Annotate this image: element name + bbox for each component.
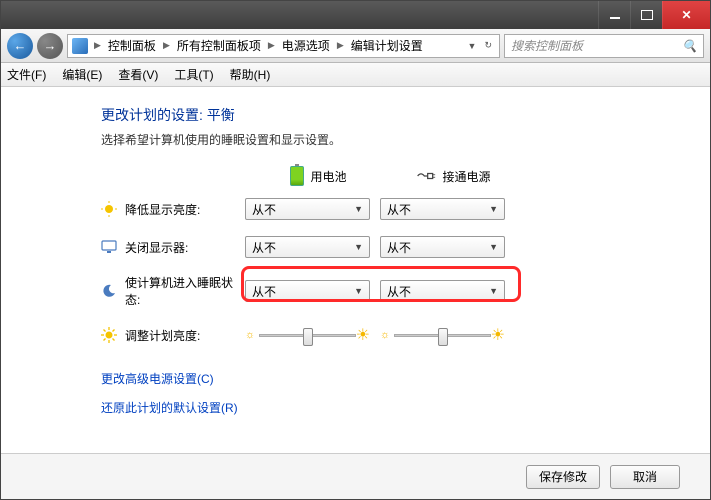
crumb-all-items[interactable]: 所有控制面板项 bbox=[174, 36, 264, 55]
chevron-right-icon: ▶ bbox=[161, 40, 172, 51]
search-input[interactable]: 搜索控制面板 🔍 bbox=[504, 34, 704, 58]
titlebar bbox=[1, 1, 710, 29]
col-plugged: 接通电源 bbox=[386, 168, 521, 185]
advanced-settings-link[interactable]: 更改高级电源设置(C) bbox=[101, 370, 670, 387]
address-bar[interactable]: ▶ 控制面板 ▶ 所有控制面板项 ▶ 电源选项 ▶ 编辑计划设置 ▼ ↻ bbox=[67, 34, 500, 58]
menu-edit[interactable]: 编辑(E) bbox=[62, 66, 102, 83]
crumb-control-panel[interactable]: 控制面板 bbox=[105, 36, 159, 55]
row-dim: 降低显示亮度: 从不▼ 从不▼ bbox=[101, 198, 670, 220]
brightness-label: 调整计划亮度: bbox=[125, 327, 200, 344]
footer: 保存修改 取消 bbox=[1, 453, 710, 499]
navbar: ← → ▶ 控制面板 ▶ 所有控制面板项 ▶ 电源选项 ▶ 编辑计划设置 ▼ ↻… bbox=[1, 29, 710, 63]
plug-icon bbox=[416, 170, 436, 182]
control-panel-icon bbox=[72, 38, 88, 54]
sleep-icon bbox=[101, 283, 117, 299]
refresh-icon[interactable]: ↻ bbox=[481, 40, 495, 51]
row-off: 关闭显示器: 从不▼ 从不▼ bbox=[101, 236, 670, 258]
chevron-right-icon: ▶ bbox=[92, 40, 103, 51]
search-icon: 🔍 bbox=[682, 39, 697, 53]
sun-small-icon: ☼ bbox=[380, 329, 390, 341]
chevron-down-icon: ▼ bbox=[489, 204, 498, 214]
monitor-icon bbox=[101, 239, 117, 255]
sleep-plugged-dropdown[interactable]: 从不▼ bbox=[380, 280, 505, 302]
sleep-battery-dropdown[interactable]: 从不▼ bbox=[245, 280, 370, 302]
content-area: 更改计划的设置: 平衡 选择希望计算机使用的睡眠设置和显示设置。 用电池 接通电… bbox=[1, 87, 710, 453]
cancel-button[interactable]: 取消 bbox=[610, 465, 680, 489]
off-battery-dropdown[interactable]: 从不▼ bbox=[245, 236, 370, 258]
search-placeholder: 搜索控制面板 bbox=[511, 37, 583, 54]
dim-battery-dropdown[interactable]: 从不▼ bbox=[245, 198, 370, 220]
chevron-right-icon: ▶ bbox=[335, 40, 346, 51]
sun-small-icon: ☼ bbox=[245, 329, 255, 341]
col-battery-label: 用电池 bbox=[310, 168, 346, 185]
off-label: 关闭显示器: bbox=[125, 239, 188, 256]
row-sleep: 使计算机进入睡眠状态: 从不▼ 从不▼ bbox=[101, 274, 670, 308]
battery-icon bbox=[290, 166, 304, 186]
slider-thumb[interactable] bbox=[303, 328, 313, 346]
sleep-label: 使计算机进入睡眠状态: bbox=[125, 274, 245, 308]
forward-button[interactable]: → bbox=[37, 33, 63, 59]
crumb-edit-plan[interactable]: 编辑计划设置 bbox=[348, 36, 426, 55]
sun-large-icon: ☀ bbox=[491, 325, 505, 345]
brightness-icon bbox=[101, 327, 117, 343]
menu-file[interactable]: 文件(F) bbox=[7, 66, 46, 83]
address-dropdown-icon[interactable]: ▼ bbox=[465, 41, 480, 51]
page-title: 更改计划的设置: 平衡 bbox=[101, 105, 670, 125]
page-subtitle: 选择希望计算机使用的睡眠设置和显示设置。 bbox=[101, 131, 670, 148]
dim-plugged-dropdown[interactable]: 从不▼ bbox=[380, 198, 505, 220]
menu-view[interactable]: 查看(V) bbox=[118, 66, 158, 83]
save-button[interactable]: 保存修改 bbox=[526, 465, 600, 489]
links-section: 更改高级电源设置(C) 还原此计划的默认设置(R) bbox=[101, 370, 670, 416]
maximize-button[interactable] bbox=[630, 1, 662, 29]
chevron-down-icon: ▼ bbox=[489, 242, 498, 252]
menubar: 文件(F) 编辑(E) 查看(V) 工具(T) 帮助(H) bbox=[1, 63, 710, 87]
slider-thumb[interactable] bbox=[438, 328, 448, 346]
crumb-power-options[interactable]: 电源选项 bbox=[279, 36, 333, 55]
back-button[interactable]: ← bbox=[7, 33, 33, 59]
power-options-window: ← → ▶ 控制面板 ▶ 所有控制面板项 ▶ 电源选项 ▶ 编辑计划设置 ▼ ↻… bbox=[0, 0, 711, 500]
off-plugged-dropdown[interactable]: 从不▼ bbox=[380, 236, 505, 258]
chevron-down-icon: ▼ bbox=[354, 204, 363, 214]
chevron-down-icon: ▼ bbox=[354, 242, 363, 252]
menu-help[interactable]: 帮助(H) bbox=[230, 66, 271, 83]
brightness-battery-slider[interactable]: ☼ ☀ bbox=[245, 324, 370, 346]
column-headers: 用电池 接通电源 bbox=[101, 166, 670, 186]
chevron-down-icon: ▼ bbox=[489, 286, 498, 296]
chevron-down-icon: ▼ bbox=[354, 286, 363, 296]
col-battery: 用电池 bbox=[251, 166, 386, 186]
brightness-plugged-slider[interactable]: ☼ ☀ bbox=[380, 324, 505, 346]
chevron-right-icon: ▶ bbox=[266, 40, 277, 51]
close-button[interactable] bbox=[662, 1, 710, 29]
sun-large-icon: ☀ bbox=[356, 325, 370, 345]
col-plugged-label: 接通电源 bbox=[442, 168, 490, 185]
dim-label: 降低显示亮度: bbox=[125, 201, 200, 218]
minimize-button[interactable] bbox=[598, 1, 630, 29]
row-brightness: 调整计划亮度: ☼ ☀ ☼ ☀ bbox=[101, 324, 670, 346]
dim-icon bbox=[101, 201, 117, 217]
menu-tools[interactable]: 工具(T) bbox=[174, 66, 213, 83]
restore-defaults-link[interactable]: 还原此计划的默认设置(R) bbox=[101, 399, 670, 416]
